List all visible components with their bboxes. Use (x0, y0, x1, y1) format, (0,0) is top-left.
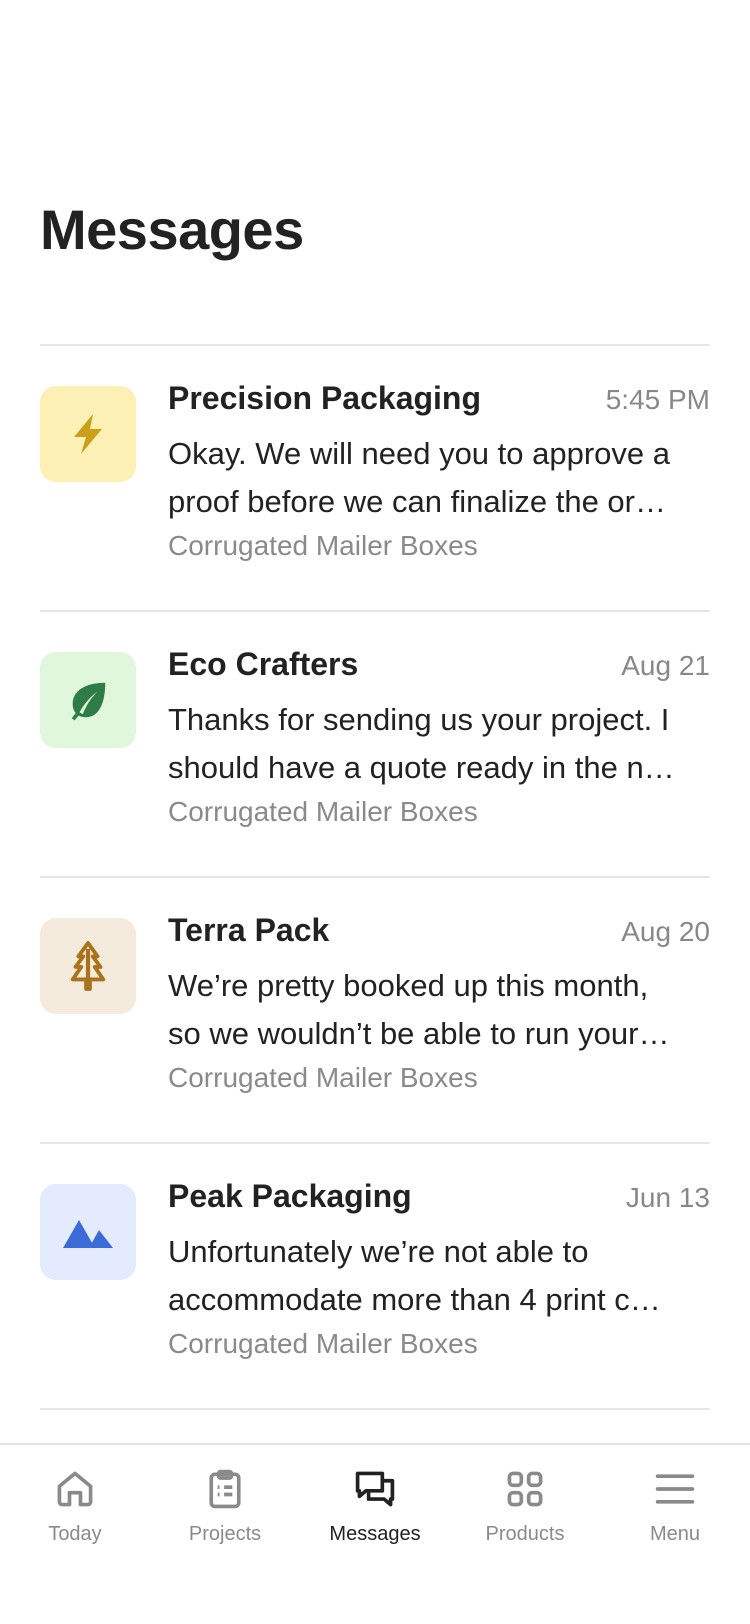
vendor-avatar (40, 918, 136, 1014)
mountain-icon (63, 1220, 113, 1248)
grid-icon (507, 1471, 543, 1507)
tab-messages[interactable]: Messages (300, 1445, 450, 1624)
vendor-name: Eco Crafters (168, 646, 359, 682)
project-name: Corrugated Mailer Boxes (168, 1062, 478, 1093)
tree-icon (70, 941, 106, 991)
message-time: Aug 21 (621, 650, 710, 681)
message-preview-line: Unfortunately we’re not able to (168, 1234, 589, 1269)
message-preview-line: should have a quote ready in the n… (168, 750, 675, 785)
conversation-item-peak-packaging[interactable]: Peak Packaging Jun 13 Unfortunately we’r… (40, 1144, 710, 1408)
conversation-item-precision-packaging[interactable]: Precision Packaging 5:45 PM Okay. We wil… (40, 346, 710, 610)
message-preview-line: We’re pretty booked up this month, (168, 968, 649, 1003)
message-preview-line: so we wouldn’t be able to run your… (168, 1016, 670, 1051)
home-icon (57, 1471, 93, 1507)
lightning-icon (74, 414, 102, 454)
page-title: Messages (40, 198, 304, 261)
project-name: Corrugated Mailer Boxes (168, 530, 478, 561)
vendor-avatar (40, 386, 136, 482)
tab-label: Projects (188, 1523, 262, 1545)
chat-bubbles-icon (355, 1471, 395, 1507)
message-preview: We’re pretty booked up this month, so we… (168, 962, 710, 1058)
message-time: Aug 20 (621, 916, 710, 947)
vendor-name: Precision Packaging (168, 380, 482, 416)
leaf-icon (71, 682, 106, 721)
message-preview: Thanks for sending us your project. I sh… (168, 696, 710, 792)
message-preview-line: Okay. We will need you to approve a (168, 436, 671, 471)
conversation-list: Precision Packaging 5:45 PM Okay. We wil… (40, 344, 710, 1410)
message-preview-line: proof before we can finalize the or… (168, 484, 666, 519)
message-time: Jun 13 (625, 1182, 710, 1213)
message-preview-line: accommodate more than 4 print c… (168, 1282, 661, 1317)
conversation-item-terra-pack[interactable]: Terra Pack Aug 20 We’re pretty booked up… (40, 878, 710, 1142)
vendor-avatar (40, 652, 136, 748)
tab-menu[interactable]: Menu (600, 1445, 750, 1624)
tab-label: Menu (649, 1523, 701, 1545)
hamburger-menu-icon (655, 1474, 695, 1504)
messages-screen: Messages Precision Packaging 5:45 PM Oka… (0, 0, 750, 1624)
divider (40, 1408, 710, 1410)
message-preview: Unfortunately we’re not able to accommod… (168, 1228, 710, 1324)
tab-projects[interactable]: Projects (150, 1445, 300, 1624)
tab-label: Products (485, 1523, 565, 1545)
tab-today[interactable]: Today (0, 1445, 150, 1624)
tab-label: Today (48, 1523, 102, 1545)
vendor-avatar (40, 1184, 136, 1280)
clipboard-icon (209, 1469, 241, 1509)
message-preview: Okay. We will need you to approve a proo… (168, 430, 710, 526)
conversation-item-eco-crafters[interactable]: Eco Crafters Aug 21 Thanks for sending u… (40, 612, 710, 876)
tab-label: Messages (329, 1523, 421, 1545)
message-preview-line: Thanks for sending us your project. I (168, 702, 670, 737)
project-name: Corrugated Mailer Boxes (168, 1328, 478, 1359)
project-name: Corrugated Mailer Boxes (168, 796, 478, 827)
message-time: 5:45 PM (605, 384, 710, 415)
bottom-tab-bar: Today Projects Messages Products Menu (0, 1443, 750, 1624)
vendor-name: Peak Packaging (168, 1178, 412, 1214)
tab-products[interactable]: Products (450, 1445, 600, 1624)
vendor-name: Terra Pack (168, 912, 330, 948)
